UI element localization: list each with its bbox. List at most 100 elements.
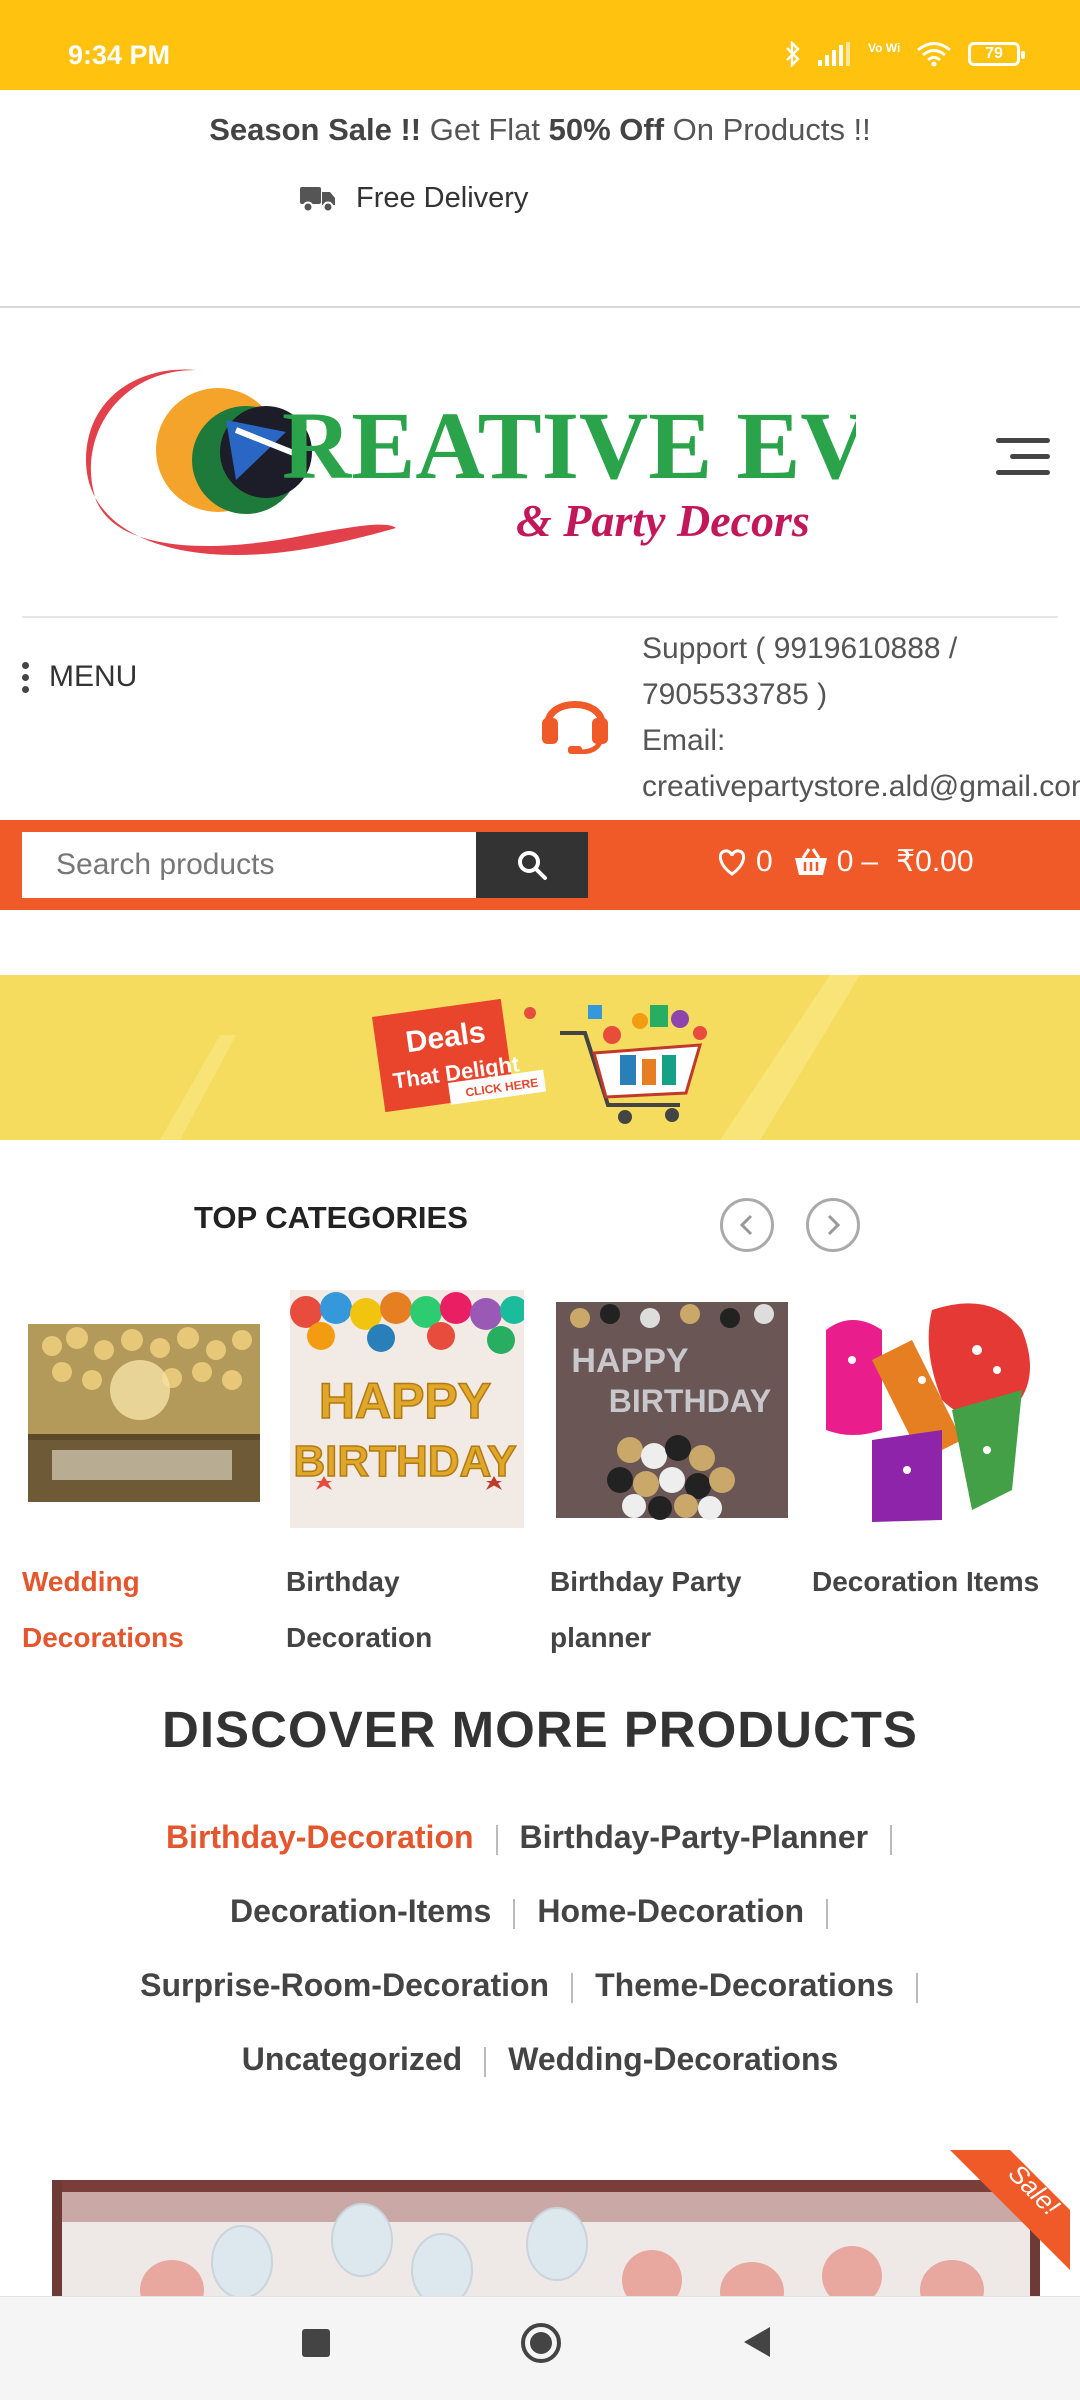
cart-count: 0 bbox=[836, 844, 854, 878]
birthday-decoration-image: HAPPY BIRTHDAY bbox=[290, 1290, 528, 1528]
back-button[interactable] bbox=[744, 2327, 770, 2357]
truck-icon bbox=[300, 186, 335, 212]
category-label-line-2: Decorations bbox=[22, 1622, 184, 1653]
menu-button[interactable]: MENU bbox=[22, 660, 137, 694]
top-categories-title: TOP CATEGORIES bbox=[194, 1200, 468, 1235]
logo-text: REATIVE EVENTS bbox=[282, 392, 856, 499]
category-label-birthday-party-planner[interactable]: Birthday Party planner bbox=[550, 1554, 800, 1666]
recent-apps-button[interactable] bbox=[302, 2329, 330, 2357]
battery-level: 79 bbox=[985, 45, 1003, 62]
category-label-line-2: Decoration bbox=[286, 1622, 433, 1653]
tag-divider bbox=[915, 1972, 918, 2003]
category-card-birthday-decoration[interactable]: HAPPY BIRTHDAY Birthday Decoration bbox=[286, 1290, 536, 1653]
product-card-image[interactable] bbox=[52, 2180, 1040, 2296]
tag-birthday-decoration[interactable]: Birthday-Decoration bbox=[166, 1819, 474, 1855]
home-button[interactable] bbox=[521, 2323, 561, 2363]
header-divider bbox=[22, 616, 1058, 618]
status-time: 9:34 PM bbox=[68, 40, 171, 70]
promo-sale-bold: Season Sale !! bbox=[209, 112, 422, 147]
signal-icon bbox=[818, 42, 850, 66]
product-image bbox=[52, 2180, 1040, 2296]
foil-birthday-text: BIRTHDAY bbox=[609, 1383, 771, 1419]
category-label-line-1: Birthday bbox=[286, 1566, 400, 1597]
category-label-line-1: Wedding bbox=[22, 1566, 140, 1597]
tag-decoration-items[interactable]: Decoration-Items bbox=[230, 1893, 491, 1929]
decoration-items-image bbox=[818, 1290, 1050, 1528]
shopping-cart-icon bbox=[524, 1005, 707, 1124]
category-label-line-1: Decoration Items bbox=[812, 1566, 1040, 1597]
category-label-wedding[interactable]: Wedding Decorations bbox=[22, 1554, 272, 1666]
free-delivery: Free Delivery bbox=[300, 182, 528, 215]
tag-wedding-decorations[interactable]: Wedding-Decorations bbox=[508, 2041, 838, 2077]
heart-icon[interactable] bbox=[716, 847, 748, 877]
search-bar: 0 0 – ₹0.00 bbox=[0, 820, 1080, 910]
hamburger-menu-icon[interactable] bbox=[996, 438, 1050, 486]
deals-banner[interactable]: Deals That Delight CLICK HERE bbox=[0, 975, 1080, 1140]
vertical-dots-icon bbox=[22, 661, 29, 693]
tag-theme-decorations[interactable]: Theme-Decorations bbox=[595, 1967, 894, 2003]
search-icon bbox=[518, 851, 547, 880]
support-email-label: Email: bbox=[642, 724, 726, 757]
wedding-decorations-image bbox=[28, 1324, 260, 1502]
birthday-party-planner-image: HAPPY BIRTHDAY bbox=[556, 1302, 788, 1520]
support-info: Support ( 9919610888 / 7905533785 ) Emai… bbox=[642, 626, 1080, 810]
tag-home-decoration[interactable]: Home-Decoration bbox=[537, 1893, 804, 1929]
tag-divider bbox=[571, 1972, 574, 2003]
site-logo[interactable]: REATIVE EVENTS & Party Decors bbox=[86, 360, 1080, 560]
menu-label: MENU bbox=[49, 660, 138, 693]
system-navigation-bar bbox=[0, 2296, 1080, 2400]
status-bar: 9:34 PM Vo WiFi 79 bbox=[0, 0, 1080, 90]
sale-ribbon: Sale! bbox=[950, 2150, 1070, 2270]
category-label-line-1: Birthday Party bbox=[550, 1566, 742, 1597]
deals-banner-graphic: Deals That Delight CLICK HERE bbox=[160, 975, 860, 1140]
category-label-line-2: planner bbox=[550, 1622, 652, 1653]
tag-birthday-party-planner[interactable]: Birthday-Party-Planner bbox=[520, 1819, 869, 1855]
cart-separator: – bbox=[861, 844, 879, 878]
tag-divider bbox=[495, 1824, 498, 1855]
chevron-left-icon bbox=[739, 1214, 753, 1236]
promo-text: Season Sale !! Get Flat 50% Off On Produ… bbox=[0, 112, 1080, 148]
chevron-right-icon bbox=[827, 1214, 841, 1236]
logo-graphic: REATIVE EVENTS & Party Decors bbox=[86, 369, 1080, 555]
logo-subtext: & Party Decors bbox=[516, 495, 810, 546]
category-label-decoration-items[interactable]: Decoration Items bbox=[812, 1554, 1080, 1610]
wishlist-count: 0 bbox=[756, 844, 773, 878]
sale-badge: Sale! bbox=[950, 2150, 1070, 2270]
category-card-wedding[interactable]: Wedding Decorations bbox=[22, 1290, 272, 1653]
promo-sale-end: On Products !! bbox=[664, 112, 871, 147]
svg-text:Vo WiFi: Vo WiFi bbox=[868, 41, 900, 55]
tag-divider bbox=[890, 1824, 893, 1855]
bluetooth-icon bbox=[786, 41, 800, 67]
support-phone-line-1[interactable]: Support ( 9919610888 / bbox=[642, 626, 1080, 672]
promo-bar: Season Sale !! Get Flat 50% Off On Produ… bbox=[0, 90, 1080, 308]
battery-icon: 79 bbox=[968, 42, 1025, 66]
categories-prev-button[interactable] bbox=[720, 1198, 774, 1252]
basket-icon[interactable] bbox=[793, 847, 829, 877]
discover-tags: Birthday-Decoration Birthday-Party-Planne… bbox=[60, 1800, 1020, 2096]
tag-surprise-room-decoration[interactable]: Surprise-Room-Decoration bbox=[140, 1967, 549, 2003]
tag-uncategorized[interactable]: Uncategorized bbox=[242, 2041, 462, 2077]
vowifi-icon: Vo WiFi bbox=[868, 41, 900, 55]
search-input[interactable] bbox=[22, 832, 476, 898]
category-card-decoration-items[interactable]: Decoration Items bbox=[812, 1290, 1080, 1597]
balloon-birthday-text: BIRTHDAY bbox=[293, 1437, 516, 1486]
search-button[interactable] bbox=[476, 832, 588, 898]
tag-divider bbox=[484, 2046, 487, 2077]
free-delivery-label: Free Delivery bbox=[356, 182, 529, 214]
status-icons: Vo WiFi 79 bbox=[784, 40, 1025, 68]
category-label-birthday-decoration[interactable]: Birthday Decoration bbox=[286, 1554, 536, 1666]
wifi-icon bbox=[917, 42, 951, 67]
support-email[interactable]: creativepartystore.ald@gmail.com bbox=[642, 764, 1080, 810]
support-phone-line-2[interactable]: 7905533785 ) bbox=[642, 672, 1080, 718]
tag-divider bbox=[513, 1898, 516, 1929]
category-card-birthday-party-planner[interactable]: HAPPY BIRTHDAY Birthday Party planner bbox=[550, 1290, 800, 1653]
cart-summary[interactable]: 0 0 – ₹0.00 bbox=[716, 844, 974, 879]
discover-title: DISCOVER MORE PRODUCTS bbox=[162, 1701, 918, 1758]
promo-sale-mid: Get Flat bbox=[421, 112, 549, 147]
balloon-happy-text: HAPPY bbox=[319, 1373, 491, 1429]
promo-sale-percent: 50% Off bbox=[548, 112, 665, 147]
foil-happy-text: HAPPY bbox=[571, 1342, 688, 1380]
tag-divider bbox=[826, 1898, 829, 1929]
categories-next-button[interactable] bbox=[806, 1198, 860, 1252]
headset-icon bbox=[542, 701, 608, 754]
